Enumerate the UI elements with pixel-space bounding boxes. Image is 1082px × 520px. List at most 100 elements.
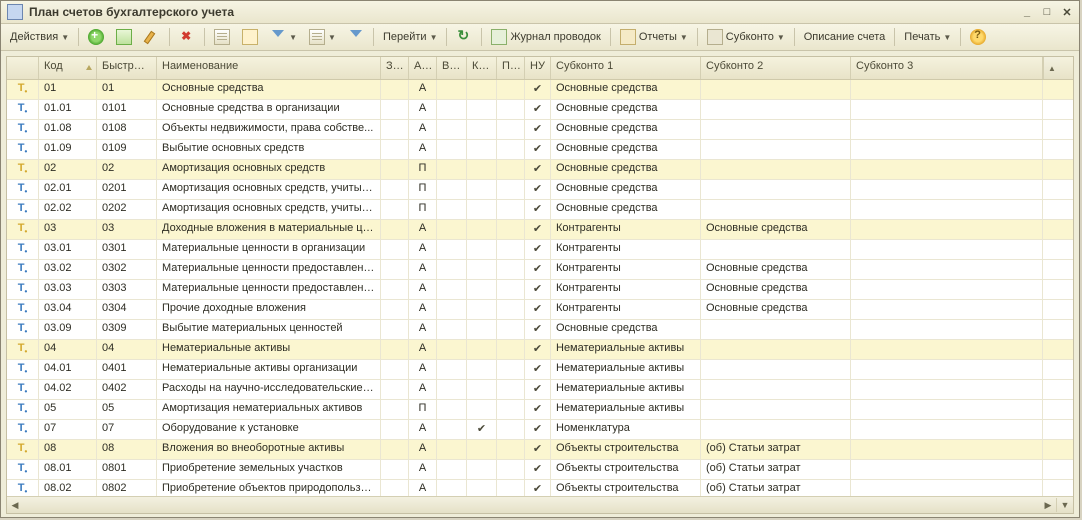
table-row[interactable]: T•03.030303Материальные ценности предост…	[7, 280, 1073, 300]
col-icon[interactable]	[7, 57, 39, 79]
account-description-button[interactable]: Описание счета	[799, 26, 891, 48]
table-row[interactable]: T•03.020302Материальные ценности предост…	[7, 260, 1073, 280]
scroll-left-button[interactable]: ◀	[7, 498, 23, 512]
report-icon	[620, 29, 636, 45]
window-frame: План счетов бухгалтерского учета _ □ ✕ Д…	[0, 0, 1080, 518]
cell	[497, 300, 525, 319]
scroll-track[interactable]	[23, 498, 1040, 512]
cell: Основные средства	[701, 220, 851, 239]
chevron-down-icon: ▼	[61, 33, 69, 42]
cell: 02	[39, 160, 97, 179]
chevron-down-icon: ▼	[328, 33, 336, 42]
cell: 08.02	[39, 480, 97, 496]
table-row[interactable]: T•02.010201Амортизация основных средств,…	[7, 180, 1073, 200]
delete-icon	[179, 29, 195, 45]
actions-menu[interactable]: Действия ▼	[5, 26, 74, 48]
col-quick[interactable]: Быстрый…	[97, 57, 157, 79]
cell: ✔	[525, 380, 551, 399]
subkonto-menu[interactable]: Субконто ▼	[702, 26, 790, 48]
cell	[851, 220, 1043, 239]
separator	[960, 28, 961, 46]
col-nu[interactable]: НУ	[525, 57, 551, 79]
refresh-button[interactable]	[451, 26, 477, 48]
col-s2[interactable]: Субконто 2	[701, 57, 851, 79]
help-button[interactable]	[965, 26, 991, 48]
row-type-icon: T•	[7, 300, 39, 319]
cell: Нематериальные активы	[551, 340, 701, 359]
table-row[interactable]: T•08.020802Приобретение объектов природо…	[7, 480, 1073, 496]
add-group-button[interactable]	[111, 26, 137, 48]
clear-filter-button[interactable]	[343, 26, 369, 48]
col-val[interactable]: Вал.	[437, 57, 467, 79]
table-row[interactable]: T•03.090309Выбытие материальных ценносте…	[7, 320, 1073, 340]
table-row[interactable]: T•0202Амортизация основных средствП✔Осно…	[7, 160, 1073, 180]
goto-label: Перейти	[383, 31, 427, 43]
cell	[701, 340, 851, 359]
goto-menu[interactable]: Перейти ▼	[378, 26, 443, 48]
scroll-right-button[interactable]: ▶	[1040, 498, 1056, 512]
scroll-up-button[interactable]: ▲	[1043, 57, 1060, 79]
table-row[interactable]: T•02.020202Амортизация основных средств,…	[7, 200, 1073, 220]
grid-body[interactable]: T•0101Основные средстваА✔Основные средст…	[7, 80, 1073, 496]
scroll-down-button[interactable]: ▼	[1056, 498, 1073, 512]
delete-button[interactable]	[174, 26, 200, 48]
table-row[interactable]: T•0707Оборудование к установкеА✔✔Номенкл…	[7, 420, 1073, 440]
table-row[interactable]: T•03.010301Материальные ценности в орган…	[7, 240, 1073, 260]
table-row[interactable]: T•0101Основные средстваА✔Основные средст…	[7, 80, 1073, 100]
cell	[701, 360, 851, 379]
cell	[701, 80, 851, 99]
col-kol[interactable]: Кол.	[467, 57, 497, 79]
cell	[701, 180, 851, 199]
col-zab[interactable]: Заб.	[381, 57, 409, 79]
minimize-button[interactable]: _	[1019, 5, 1035, 19]
cell: 03.09	[39, 320, 97, 339]
horizontal-scrollbar[interactable]: ◀ ▶ ▼	[7, 496, 1073, 513]
table-row[interactable]: T•01.090109Выбытие основных средствА✔Осн…	[7, 140, 1073, 160]
pencil-icon	[144, 29, 160, 45]
reports-menu[interactable]: Отчеты ▼	[615, 26, 693, 48]
table-row[interactable]: T•01.010101Основные средства в организац…	[7, 100, 1073, 120]
cell	[467, 100, 497, 119]
filter-menu[interactable]: ▼	[265, 26, 302, 48]
table-row[interactable]: T•0303Доходные вложения в материальные ц…	[7, 220, 1073, 240]
cell: ✔	[525, 360, 551, 379]
table-row[interactable]: T•01.080108Объекты недвижимости, права с…	[7, 120, 1073, 140]
row-type-icon: T•	[7, 440, 39, 459]
col-akt[interactable]: Акт.	[409, 57, 437, 79]
add-button[interactable]	[83, 26, 109, 48]
cell	[701, 200, 851, 219]
table-row[interactable]: T•0404Нематериальные активыА✔Нематериаль…	[7, 340, 1073, 360]
cell	[851, 160, 1043, 179]
journal-button[interactable]: Журнал проводок	[486, 26, 605, 48]
col-code[interactable]: Код	[39, 57, 97, 79]
col-po[interactable]: По…	[497, 57, 525, 79]
row-type-icon: T•	[7, 160, 39, 179]
col-name[interactable]: Наименование	[157, 57, 381, 79]
hierarchy-button[interactable]	[209, 26, 235, 48]
table-row[interactable]: T•04.010401Нематериальные активы организ…	[7, 360, 1073, 380]
row-type-icon: T•	[7, 260, 39, 279]
cell: 01.09	[39, 140, 97, 159]
col-s3[interactable]: Субконто 3	[851, 57, 1043, 79]
move-button[interactable]	[237, 26, 263, 48]
table-row[interactable]: T•0808Вложения во внеоборотные активыА✔О…	[7, 440, 1073, 460]
close-button[interactable]: ✕	[1059, 5, 1075, 19]
cell: Основные средства	[157, 80, 381, 99]
maximize-button[interactable]: □	[1039, 5, 1055, 19]
separator	[481, 28, 482, 46]
cell: 0802	[97, 480, 157, 496]
cell: Контрагенты	[551, 220, 701, 239]
cell	[467, 360, 497, 379]
cell	[497, 420, 525, 439]
cell: ✔	[525, 400, 551, 419]
table-row[interactable]: T•08.010801Приобретение земельных участк…	[7, 460, 1073, 480]
table-row[interactable]: T•03.040304Прочие доходные вложенияА✔Кон…	[7, 300, 1073, 320]
edit-button[interactable]	[139, 26, 165, 48]
cell: ✔	[525, 260, 551, 279]
col-s1[interactable]: Субконто 1	[551, 57, 701, 79]
cell	[381, 440, 409, 459]
table-row[interactable]: T•0505Амортизация нематериальных активов…	[7, 400, 1073, 420]
table-row[interactable]: T•04.020402Расходы на научно-исследовате…	[7, 380, 1073, 400]
print-menu[interactable]: Печать ▼	[899, 26, 956, 48]
sort-menu[interactable]: ▼	[304, 26, 341, 48]
